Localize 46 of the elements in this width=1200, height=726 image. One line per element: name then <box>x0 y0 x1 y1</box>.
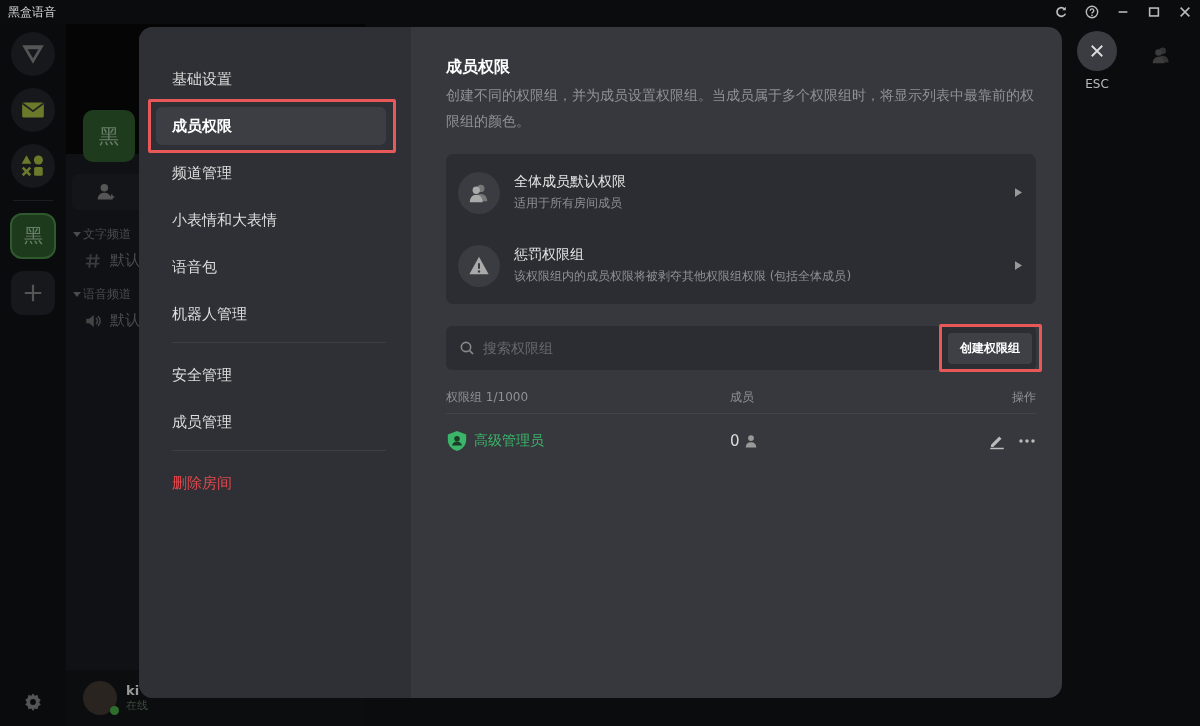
plus-icon <box>22 282 44 304</box>
help-icon[interactable] <box>1085 5 1099 19</box>
messages-button[interactable] <box>11 88 55 132</box>
sidebar-item[interactable]: 频道管理 <box>156 154 386 192</box>
sidebar-item[interactable]: 语音包 <box>156 248 386 286</box>
role-name[interactable]: 高级管理员 <box>474 432 544 450</box>
sidebar-item[interactable]: 成员权限 <box>156 107 386 145</box>
role-row[interactable]: 全体成员默认权限 适用于所有房间成员 <box>446 156 1036 229</box>
add-user-icon <box>96 182 116 202</box>
user-status: 在线 <box>126 698 148 713</box>
column-header: 权限组 1/1000 <box>446 389 530 406</box>
search-icon <box>459 340 475 356</box>
shapes-icon <box>20 153 46 179</box>
close-icon[interactable] <box>1178 5 1192 19</box>
sidebar-item[interactable]: 基础设置 <box>156 60 386 98</box>
home-button[interactable] <box>11 32 55 76</box>
maximize-icon[interactable] <box>1147 5 1161 19</box>
member-count: 0 <box>730 432 740 450</box>
role-title: 惩罚权限组 <box>514 246 585 264</box>
page-title: 成员权限 <box>446 57 511 78</box>
settings-icon[interactable] <box>23 692 43 712</box>
user-name: ki <box>126 683 141 698</box>
sidebar-item[interactable]: 安全管理 <box>156 356 386 394</box>
app-title: 黑盒语音 <box>8 3 56 21</box>
triangle-right-icon <box>1015 188 1022 197</box>
person-icon <box>743 434 758 448</box>
triangle-right-icon <box>1015 261 1022 270</box>
column-header: 操作 <box>1012 389 1036 406</box>
add-server-button[interactable] <box>11 271 55 315</box>
apps-button[interactable] <box>11 144 55 188</box>
close-icon <box>1088 42 1106 60</box>
hash-icon <box>84 251 102 270</box>
esc-label: ESC <box>1085 77 1109 91</box>
shield-user-icon <box>446 430 468 452</box>
role-title: 全体成员默认权限 <box>514 173 627 191</box>
sidebar-item[interactable]: 小表情和大表情 <box>156 201 386 239</box>
page-description: 创建不同的权限组，并为成员设置权限组。当成员属于多个权限组时，将显示列表中最靠前的权限组的颜色。 <box>446 86 1035 131</box>
sidebar-item[interactable]: 机器人管理 <box>156 295 386 333</box>
sidebar-item[interactable]: 成员管理 <box>156 403 386 441</box>
role-row[interactable]: 惩罚权限组 该权限组内的成员权限将被剥夺其他权限组权限 (包括全体成员) <box>446 229 1036 302</box>
role-subtitle: 该权限组内的成员权限将被剥夺其他权限组权限 (包括全体成员) <box>514 268 853 285</box>
server-logo: 黑 <box>83 110 135 162</box>
role-subtitle: 适用于所有房间成员 <box>514 195 623 212</box>
column-header: 成员 <box>730 389 755 406</box>
refresh-icon[interactable] <box>1054 5 1068 19</box>
create-role-button[interactable]: 创建权限组 <box>948 333 1032 364</box>
